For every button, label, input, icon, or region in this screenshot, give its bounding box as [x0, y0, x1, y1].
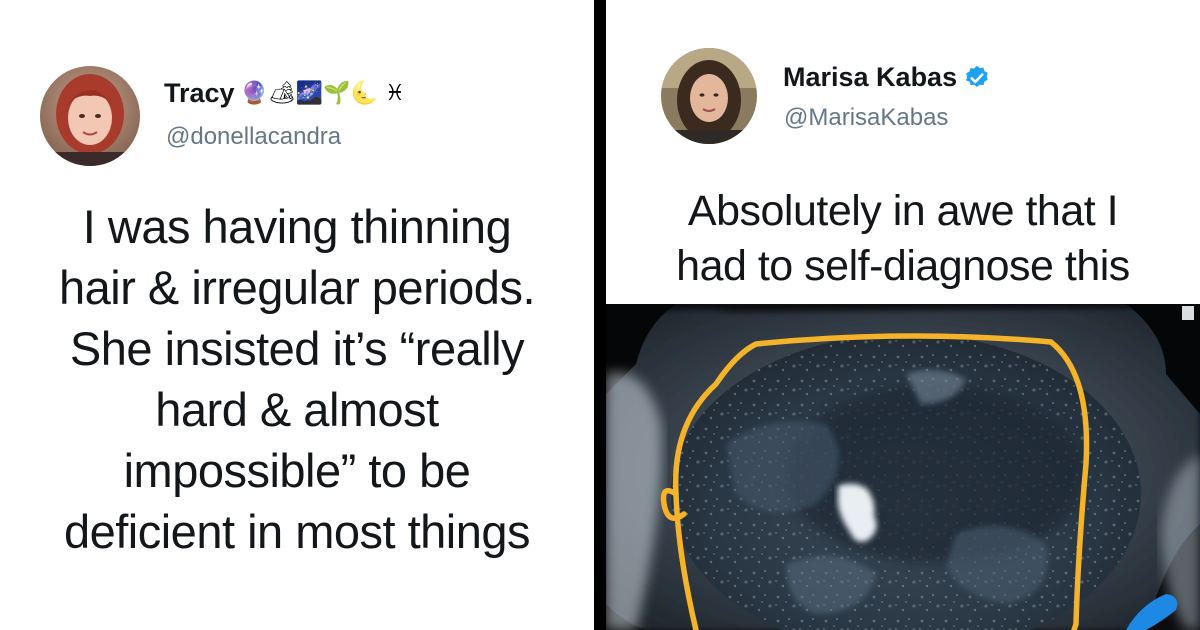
- tracy-display-name[interactable]: Tracy: [164, 78, 235, 109]
- right-tweet-card: Marisa Kabas @MarisaKabas Absolutely in …: [606, 0, 1200, 304]
- right-tweet-text: Absolutely in awe that I had to self-dia…: [606, 184, 1200, 294]
- tweet-line: She insisted it’s “really: [69, 322, 525, 375]
- tweet-line: I was having thinning: [82, 200, 512, 253]
- marisa-avatar[interactable]: [661, 48, 757, 144]
- tracy-name-emojis: 🔮🏕🌌🌱🌜 ♓: [240, 80, 405, 106]
- tweet-line: Absolutely in awe that I: [687, 187, 1119, 235]
- tweet-line: hard & almost: [155, 383, 439, 436]
- left-tweet-card: Tracy 🔮🏕🌌🌱🌜 ♓ @donellacandra I was havin…: [0, 0, 594, 630]
- tweet-line: had to self-diagnose this: [676, 242, 1130, 290]
- marisa-display-name[interactable]: Marisa Kabas: [783, 62, 957, 93]
- verified-badge-icon: [963, 64, 991, 92]
- tweet-line: hair & irregular periods.: [59, 261, 536, 314]
- marisa-handle[interactable]: @MarisaKabas: [784, 104, 948, 132]
- mri-scan-image[interactable]: [606, 304, 1200, 630]
- tweet-line: deficient in most things: [63, 505, 531, 558]
- left-tweet-text: I was having thinning hair & irregular p…: [10, 196, 584, 562]
- tracy-avatar[interactable]: [40, 66, 140, 166]
- tweet-line: impossible” to be: [123, 444, 471, 497]
- tracy-handle[interactable]: @donellacandra: [166, 123, 341, 151]
